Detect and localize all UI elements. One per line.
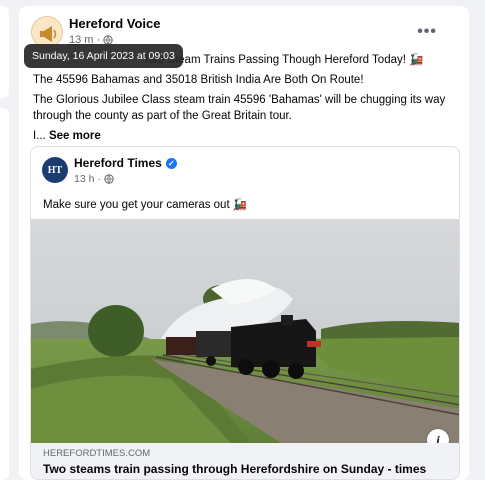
left-card-top — [0, 6, 9, 98]
left-card-bottom — [0, 108, 9, 480]
page-name[interactable]: Hereford Voice — [69, 16, 161, 31]
shared-page-name-row: Hereford Times ✓ — [74, 156, 177, 170]
timestamp-tooltip: Sunday, 16 April 2023 at 09:03 — [24, 44, 183, 68]
shared-post-text: Make sure you get your cameras out 🚂 — [43, 199, 248, 211]
shared-post[interactable]: HT Hereford Times ✓ 13 h · Make sure you… — [30, 146, 460, 480]
shared-post-header: HT Hereford Times ✓ 13 h · — [42, 155, 442, 187]
shared-post-meta: 13 h · — [74, 173, 114, 185]
post-line-2: The 45596 Bahamas and 35018 British Indi… — [33, 74, 364, 86]
shared-meta-separator: · — [97, 173, 101, 185]
see-more-link[interactable]: See more — [49, 130, 101, 142]
more-options-icon[interactable]: ••• — [417, 24, 437, 40]
post-line-4: I... See more — [33, 128, 458, 144]
link-preview[interactable]: HEREFORDTIMES.COM Two steams train passi… — [31, 443, 459, 479]
post-card: Hereford Voice 13 m · ••• Sunday, 16 Apr… — [19, 6, 469, 480]
truncated-text: I... — [33, 130, 49, 142]
steam-train-photo[interactable] — [31, 219, 459, 443]
link-domain: HEREFORDTIMES.COM — [43, 448, 151, 459]
post-line-3: The Glorious Jubilee Class steam train 4… — [33, 94, 446, 122]
left-column — [0, 0, 9, 480]
hereford-times-logo[interactable]: HT — [42, 157, 68, 183]
shared-timestamp[interactable]: 13 h — [74, 173, 94, 185]
shared-page-name[interactable]: Hereford Times — [74, 156, 162, 170]
verified-badge-icon: ✓ — [165, 157, 177, 169]
link-title[interactable]: Two steams train passing through Herefor… — [43, 462, 449, 476]
globe-icon — [104, 174, 114, 184]
